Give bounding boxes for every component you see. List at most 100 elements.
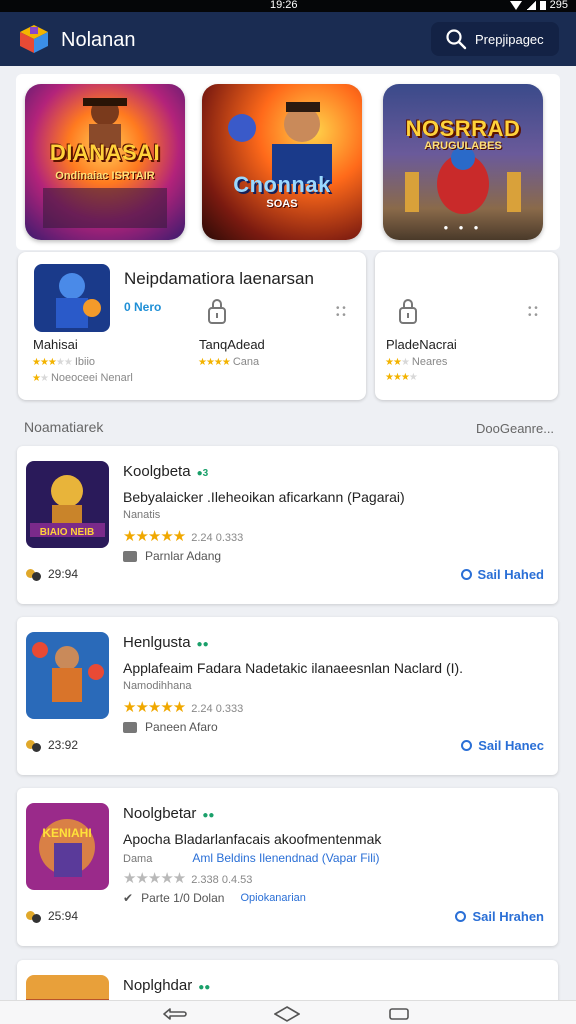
banner-title: DIANASAI [49, 140, 161, 165]
game-tag: ✔ Parte 1/0 Dolan Opiokanarian [123, 891, 306, 905]
game-rating: ★★★★★ 2.24 0.333 [123, 698, 243, 716]
recommended-panel[interactable]: • • • • PladeNacrai ★★★ Neares ★★★★ [375, 252, 558, 400]
player-count: 25:94 [26, 909, 78, 923]
game-action-button[interactable]: Sail Hahed [460, 567, 544, 582]
lock-icon [399, 299, 417, 324]
status-bar: 19:26 295 [0, 0, 576, 12]
carousel-page-dots[interactable]: ● ● ● [383, 223, 543, 232]
rating-meta: 2.24 0.333 [191, 703, 244, 715]
game-card[interactable]: KENIAHI Noolgbetar ●● Apocha Bladarlanfac… [17, 788, 558, 946]
banner-subtitle: Ondinaiac ISRTAIR [55, 170, 155, 182]
search-icon [446, 29, 467, 50]
rating-meta: 2.24 0.333 [191, 532, 244, 544]
recommended-thumbnail[interactable] [34, 264, 110, 332]
tag-icon [123, 550, 137, 562]
featured-banner[interactable]: Cnonnak SOAS [202, 84, 362, 240]
users-icon [26, 567, 42, 581]
recommended-badge: 0 Nero [124, 300, 162, 314]
game-thumbnail[interactable] [26, 632, 109, 719]
section-title: Noamatiarek [24, 419, 104, 435]
users-icon [26, 909, 42, 923]
svg-text:BIAIO NEIB: BIAIO NEIB [40, 527, 94, 538]
see-all-link[interactable]: DooGeanre... [476, 421, 554, 436]
game-title: Noolgbetar ●● [123, 805, 215, 822]
more-grid-icon[interactable]: • • • • [336, 304, 346, 321]
status-icons: 295 [509, 0, 568, 11]
game-title: Koolgbeta ●3 [123, 463, 209, 480]
signal-icon [525, 0, 536, 10]
back-icon[interactable] [162, 1007, 188, 1021]
rating-meta: Ibiio [74, 356, 96, 368]
tag-extra-link[interactable]: Opiokanarian [240, 892, 305, 904]
action-icon [455, 911, 467, 922]
game-description: Apocha Bladarlanfacais akoofmentenmak [123, 831, 382, 847]
recommended-title: Neipdamatiora laenarsan [124, 269, 314, 288]
rating-meta: Neares [411, 356, 448, 368]
search-button[interactable]: Prepjipagec [431, 22, 559, 56]
verified-icon: ●● [198, 982, 211, 993]
game-thumbnail[interactable]: KENIAHI [26, 803, 109, 890]
game-action-button[interactable]: Sail Hrahen [455, 909, 544, 924]
search-label: Prepjipagec [475, 32, 544, 47]
system-navigation-bar [0, 1000, 576, 1024]
rating-stars: ★★★★★ [123, 699, 186, 716]
game-action-button[interactable]: Sail Hanec [461, 738, 544, 753]
rating-meta: Cana [232, 356, 260, 368]
tag-icon [123, 721, 137, 733]
battery-level: 295 [549, 0, 568, 11]
banner-character-art [405, 146, 521, 214]
recommended-item-name[interactable]: PladeNacrai [386, 337, 457, 352]
game-developer: Nanatis [123, 509, 161, 521]
users-icon [26, 738, 42, 752]
rating-stars: ★★★★ [385, 372, 418, 383]
app-title: Nolanan [61, 29, 136, 51]
status-time: 19:26 [270, 0, 298, 11]
rating-stars: ★★★★★ [123, 870, 186, 887]
rating-meta: 2.338 0.4.53 [191, 874, 253, 886]
banner-title: NOSRRAD [405, 116, 521, 141]
app-bar: Nolanan Prepjipagec [0, 12, 576, 66]
lock-icon [208, 299, 226, 324]
developer-link[interactable]: Aml Beldins Ilenendnad (Vapar Fili) [192, 851, 379, 865]
game-description: Bebyalaicker .Ileheoikan aficarkann (Pag… [123, 489, 405, 505]
action-icon [460, 569, 472, 580]
app-logo-icon[interactable] [18, 23, 50, 55]
game-card[interactable]: BIAIO NEIB Koolgbeta ●3 Bebyalaicker .Ile… [17, 446, 558, 604]
game-thumbnail[interactable]: BIAIO NEIB [26, 461, 109, 548]
banner-title: Cnonnak [233, 172, 331, 197]
verified-icon: ●3 [196, 468, 209, 479]
verified-icon: ●● [202, 810, 215, 821]
rating-meta-secondary: Noeoceei Nenarl [50, 372, 133, 384]
game-card[interactable]: Henlgusta ●● Applafeaim Fadara Nadetakic … [17, 617, 558, 775]
game-developer: Namodihhana [123, 680, 192, 692]
battery-icon [539, 0, 546, 10]
game-rating: ★★★★★ 2.24 0.333 [123, 527, 243, 545]
recommended-item-name[interactable]: TanqAdead [199, 337, 265, 352]
recommended-panel[interactable]: Neipdamatiora laenarsan 0 Nero • • • • Ma… [18, 252, 366, 400]
featured-carousel[interactable]: DIANASAI Ondinaiac ISRTAIR Cnonnak SOAS … [16, 74, 560, 250]
banner-character-art [228, 102, 332, 184]
banner-subtitle: SOAS [266, 198, 298, 210]
featured-banner[interactable]: DIANASAI Ondinaiac ISRTAIR [25, 84, 185, 240]
game-rating: ★★★★★ 2.338 0.4.53 [123, 869, 252, 887]
game-developer: Dama Aml Beldins Ilenendnad (Vapar Fili) [123, 851, 380, 865]
home-icon[interactable] [274, 1006, 300, 1022]
game-tag: Parnlar Adang [123, 549, 221, 563]
banner-subtitle: ARUGULABES [424, 140, 502, 152]
rating-stars: ★★★★★ [123, 528, 186, 545]
featured-banner[interactable]: NOSRRAD ARUGULABES ● ● ● [383, 84, 543, 240]
recents-icon[interactable] [388, 1007, 410, 1021]
rating-stars: ★★★ Neares [385, 356, 448, 368]
recommended-item-name[interactable]: Mahisai [33, 337, 78, 352]
game-title: Henlgusta ●● [123, 634, 209, 651]
wifi-icon [509, 0, 522, 10]
verified-icon: ●● [196, 639, 209, 650]
check-icon: ✔ [123, 891, 134, 905]
game-title: Noplghdar ●● [123, 977, 211, 994]
rating-stars: ★★★★ Cana [198, 356, 260, 368]
player-count: 23:92 [26, 738, 78, 752]
more-grid-icon[interactable]: • • • • [528, 304, 538, 321]
game-tag: Paneen Afaro [123, 720, 218, 734]
action-icon [461, 740, 473, 751]
game-description: Applafeaim Fadara Nadetakic ilanaeesnlan… [123, 660, 464, 676]
